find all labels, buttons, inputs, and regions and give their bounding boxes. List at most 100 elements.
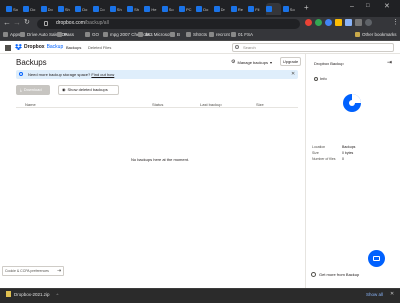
extension-icon[interactable] [355,19,362,26]
download-label: ⤓ Download [20,87,42,92]
browser-tab[interactable]: So [6,3,21,15]
bookmark-label: B [177,32,181,37]
column-header-size[interactable]: Size [256,102,264,107]
column-header-name[interactable]: Name [25,102,36,107]
browser-tab[interactable]: Sh [109,3,125,15]
cookie-icon[interactable]: ⇥ [57,268,61,274]
browser-tab[interactable]: Sh [57,3,73,15]
bookmark-item[interactable]: Apps [3,32,20,37]
tab-favicon-icon [75,6,82,12]
chevron-down-icon: ▾ [269,59,272,65]
logo-text: Dropbox [24,44,45,50]
tab-favicon-icon [213,6,220,12]
browser-tab[interactable]: Do [75,3,90,15]
bookmark-item[interactable]: 01 FSA [231,32,253,37]
browser-tab[interactable]: Sh [127,3,142,15]
info-icon [314,76,318,81]
tab-favicon-icon [161,6,168,12]
logo-sub-text: Backup [46,44,64,50]
tab-favicon-icon [23,6,30,12]
tab-title: Do [82,6,88,12]
upgrade-label: Upgrade [282,59,299,64]
bookmark-label: Apps [10,32,21,37]
bookmark-item[interactable]: B [170,32,180,37]
extension-icon[interactable] [305,19,312,26]
bookmark-item[interactable]: 383 Microsoft [138,32,172,37]
tab-favicon-icon [57,6,64,12]
tab-title: Sh [116,6,122,12]
empty-state-message: No backups here at the moment. [130,157,190,162]
panel-footer[interactable]: Get more from Backup [311,272,359,277]
download-filename: Dropbox-2021.zip [14,291,50,297]
tab-favicon-icon [282,6,289,12]
app-grid-icon[interactable] [5,45,11,51]
collapse-panel-icon[interactable]: ⇥ [387,59,392,66]
info-icon [19,72,23,76]
bookmark-label: GO [92,32,100,37]
browser-tab[interactable]: PC [179,3,194,15]
maximize-icon[interactable]: □ [366,3,374,11]
manage-backups-label: Manage backups [237,59,268,65]
chevron-up-icon[interactable]: ^ [57,292,59,297]
bookmark-item[interactable]: GO [85,32,99,37]
manage-backups-button[interactable]: ⚙ Manage backups ▾ [231,59,272,65]
extension-icon[interactable] [315,19,322,26]
browser-tab[interactable]: Do [40,3,56,15]
tab-title: So [168,6,174,12]
close-window-icon[interactable]: ✕ [384,2,392,10]
back-icon[interactable]: ← [3,19,11,27]
browser-tab[interactable]: Do [196,3,211,15]
bookmark-item[interactable]: Pass [57,32,74,37]
extension-icon[interactable] [325,19,332,26]
reload-icon[interactable]: ↻ [24,19,30,27]
browser-tab[interactable]: So [161,3,177,15]
download-icon: ⤓ [20,87,22,92]
show-deleted-text: Show deleted backups [67,87,108,92]
column-header-status[interactable]: Status [152,102,163,107]
panel-tab-info[interactable]: Info [314,76,327,81]
tab-favicon-icon [6,6,12,12]
tab-title: He [151,6,157,12]
nav-link-deleted-files[interactable]: Deleted Files [88,45,111,50]
browser-tab[interactable]: Re [230,3,246,15]
browser-tab[interactable]: Co [92,3,108,15]
extension-icon[interactable] [335,19,342,26]
new-tab-button[interactable]: + [304,4,312,12]
browser-tab[interactable]: Dr [213,3,229,15]
forward-icon[interactable]: → [13,19,21,27]
banner-link[interactable]: Find out how [91,72,114,77]
minimize-icon[interactable]: – [350,3,358,11]
nav-link-backups[interactable]: Backups [66,45,81,50]
show-deleted-label: ◉ Show deleted backups [62,87,108,92]
eye-icon: ◉ [62,87,66,92]
folder-icon [355,32,360,37]
download-text: Download [23,87,42,92]
column-header-last-backup[interactable]: Last backup [200,102,222,107]
dropbox-icon [15,44,22,50]
url-text[interactable]: dropbox.com/backup/all [56,20,109,26]
property-label: Size [312,151,319,155]
search-placeholder: Search [243,45,256,50]
browser-tab[interactable]: So [282,3,298,15]
extensions-toolbar [305,19,372,26]
show-all-button[interactable]: Show all [366,292,383,297]
browser-tab[interactable]: Do [23,3,38,15]
browser-tab[interactable]: Fil [248,3,263,15]
profile-avatar[interactable] [365,19,372,26]
other-bookmarks[interactable]: Other bookmarks [355,32,397,37]
tab-title: So [13,6,18,12]
close-banner-icon[interactable]: ✕ [291,71,295,77]
upgrade-button[interactable]: Upgrade [280,57,301,66]
dropbox-logo[interactable]: Dropbox Backup [15,44,63,50]
bookmark-item[interactable]: Shtrcts [186,32,207,37]
backup-graphic [343,94,361,112]
close-download-bar-icon[interactable]: ✕ [390,291,394,297]
browser-tab[interactable]: He [144,3,159,15]
extension-icon[interactable] [345,19,352,26]
browser-tab[interactable] [265,3,281,15]
download-item[interactable]: Dropbox-2021.zip ^ [6,291,58,297]
search-input[interactable] [232,43,394,52]
menu-icon[interactable]: ⋮ [392,18,399,26]
bookmark-item[interactable]: recrcnt [209,32,230,37]
gear-icon: ⚙ [231,59,236,65]
